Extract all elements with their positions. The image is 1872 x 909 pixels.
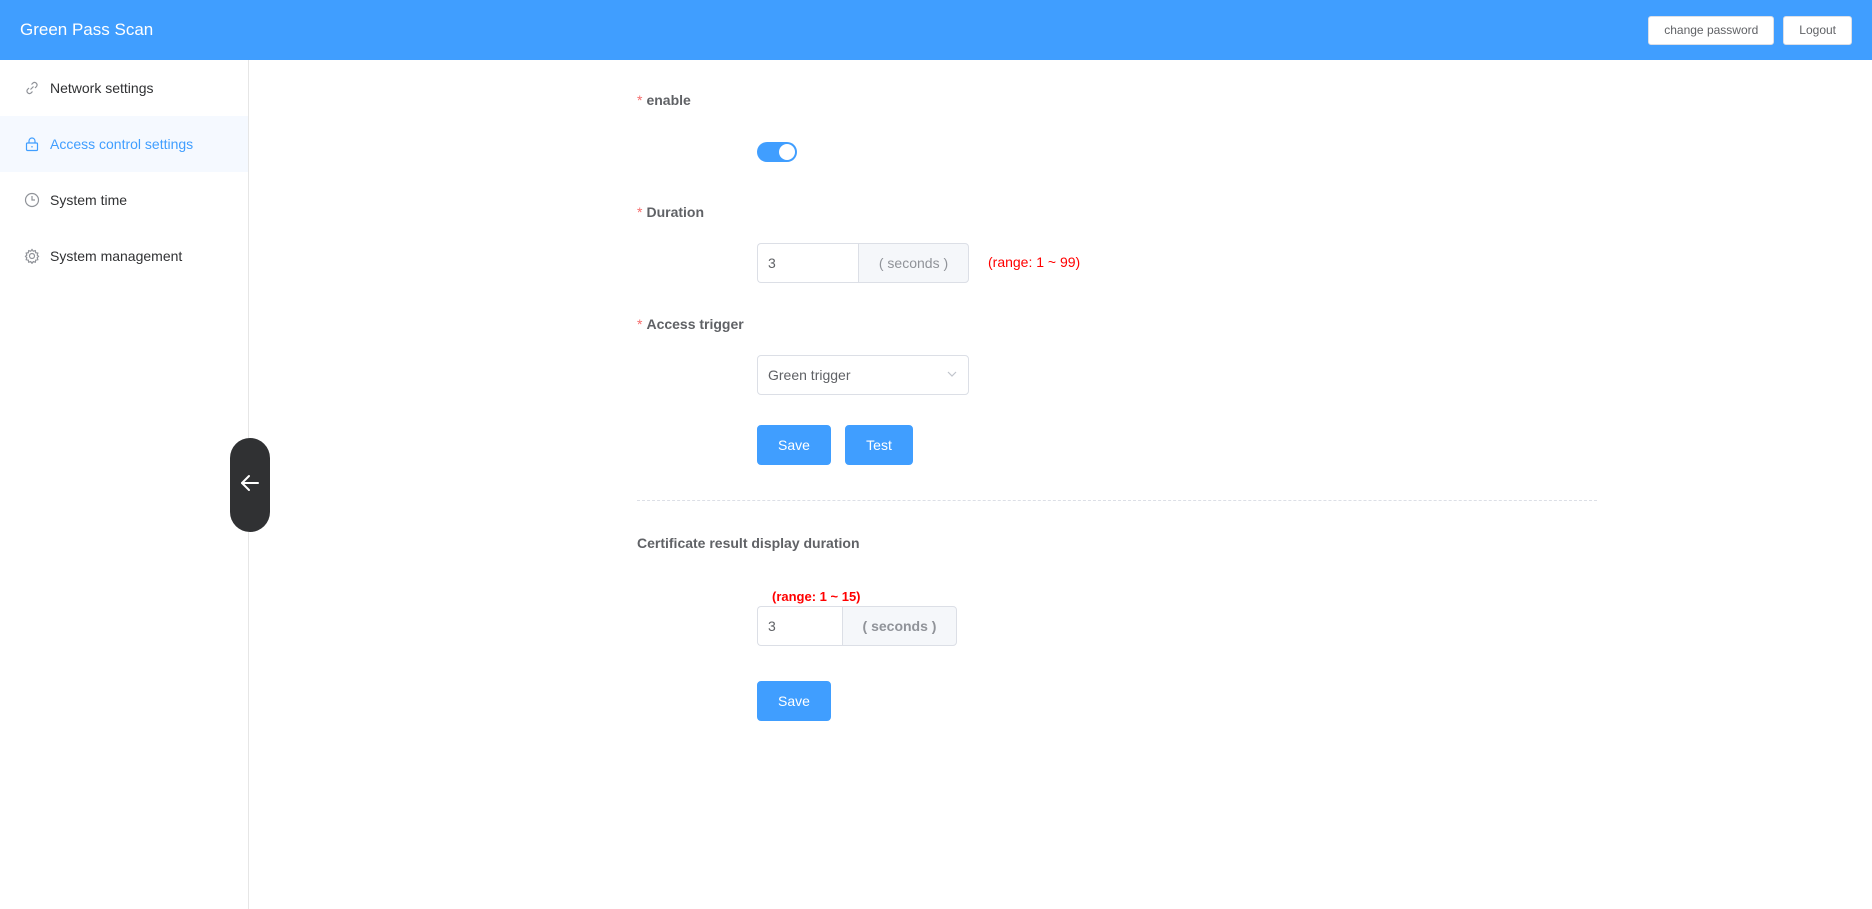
- top-header: Green Pass Scan change password Logout: [0, 0, 1872, 60]
- certificate-duration-unit: ( seconds ): [842, 606, 957, 646]
- required-mark: *: [637, 92, 643, 108]
- sidebar-item-access-control-settings[interactable]: Access control settings: [0, 116, 248, 172]
- required-mark: *: [637, 204, 643, 220]
- enable-toggle[interactable]: [757, 142, 797, 162]
- duration-unit: ( seconds ): [858, 243, 969, 283]
- link-icon: [22, 78, 42, 98]
- toggle-knob: [779, 144, 795, 160]
- app-title: Green Pass Scan: [20, 20, 154, 39]
- sidebar: Network settings Access control settings…: [0, 60, 249, 909]
- sidebar-item-label: Access control settings: [50, 136, 194, 152]
- section-divider: [637, 500, 1597, 501]
- access-trigger-label: * Access trigger: [637, 316, 744, 332]
- certificate-range-note: (range: 1 ~ 15): [772, 589, 861, 604]
- duration-input-group: ( seconds ): [757, 243, 969, 283]
- access-trigger-select[interactable]: Green trigger: [757, 355, 969, 395]
- lock-icon: [22, 134, 42, 154]
- certificate-input-group: ( seconds ): [757, 606, 957, 646]
- save-button[interactable]: Save: [757, 425, 831, 465]
- clock-icon: [22, 190, 42, 210]
- sidebar-item-label: System time: [50, 192, 128, 208]
- test-button[interactable]: Test: [845, 425, 913, 465]
- duration-range-note: (range: 1 ~ 99): [988, 254, 1081, 270]
- header-actions: change password Logout: [1648, 15, 1852, 45]
- main-content: *enable *Duration ( seconds ) (range: 1 …: [250, 60, 1872, 909]
- required-mark: *: [637, 316, 643, 332]
- sidebar-item-system-management[interactable]: System management: [0, 228, 248, 284]
- sidebar-item-label: Network settings: [50, 80, 154, 96]
- duration-label: * Duration: [637, 204, 705, 220]
- access-trigger-value: Green trigger: [768, 367, 851, 383]
- certificate-duration-input[interactable]: [757, 606, 842, 646]
- logout-button[interactable]: Logout: [1783, 15, 1852, 45]
- chevron-down-icon: [946, 367, 958, 383]
- sidebar-item-network-settings[interactable]: Network settings: [0, 60, 248, 116]
- sidebar-item-label: System management: [50, 248, 183, 264]
- duration-input[interactable]: [757, 243, 858, 283]
- change-password-button[interactable]: change password: [1648, 15, 1775, 45]
- certificate-duration-label: Certificate result display duration: [637, 535, 860, 551]
- enable-label: * enable: [637, 92, 691, 108]
- gear-icon: [22, 246, 42, 266]
- sidebar-item-system-time[interactable]: System time: [0, 172, 248, 228]
- certificate-save-button[interactable]: Save: [757, 681, 831, 721]
